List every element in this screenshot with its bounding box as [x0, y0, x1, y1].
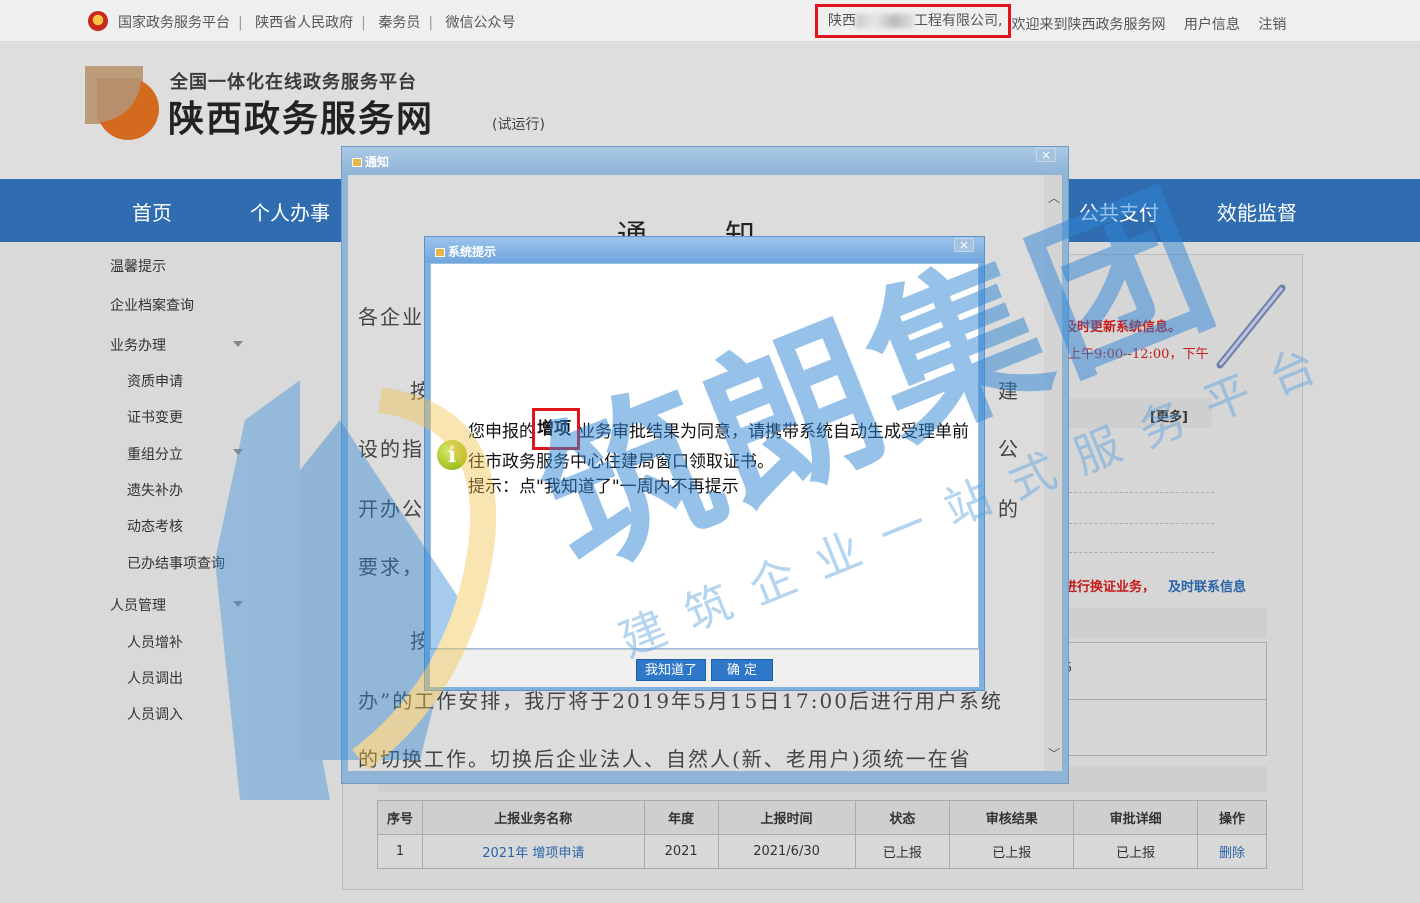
col-header: 序号: [377, 800, 423, 835]
cell-approval-detail: 已上报: [1073, 834, 1199, 869]
business-table: 序号 上报业务名称 年度 上报时间 状态 审核结果 审批详细 操作 1 2021…: [377, 800, 1267, 869]
sidebar-item-qualification[interactable]: 资质申请: [127, 371, 183, 391]
notice-line: 设的指: [358, 437, 424, 461]
delete-link[interactable]: 删除: [1197, 834, 1267, 869]
col-header: 审核结果: [949, 800, 1075, 835]
nav-personal[interactable]: 个人办事: [250, 197, 330, 226]
chevron-down-icon[interactable]: [233, 341, 243, 347]
nav-supervision[interactable]: 效能监督: [1217, 197, 1297, 226]
window-icon: [352, 158, 362, 167]
chevron-down-icon[interactable]: [233, 601, 243, 607]
sidebar-item-tips[interactable]: 温馨提示: [110, 256, 166, 276]
notice-line: 各企业: [358, 305, 424, 329]
top-bar: 国家政务服务平台 | 陕西省人民政府 | 秦务员 | 微信公众号 陕西 工程有限公司, 欢…: [0, 0, 1420, 42]
sidebar-item-transfer-out[interactable]: 人员调出: [127, 668, 183, 688]
confirm-button[interactable]: 确 定: [711, 659, 773, 681]
national-emblem-icon: [88, 11, 108, 31]
link-qinwuyuan[interactable]: 秦务员: [378, 15, 420, 31]
chevron-down-icon[interactable]: ﹀: [1048, 745, 1060, 762]
col-header: 年度: [643, 800, 719, 835]
company-name-highlight: 陕西 工程有限公司,: [815, 4, 1012, 38]
close-icon[interactable]: ×: [1036, 148, 1056, 162]
pen-icon: [1216, 284, 1286, 369]
notice-window-title: 通知: [365, 155, 390, 169]
notice-fragment: 的: [998, 497, 1020, 521]
notice-titlebar[interactable]: 通知 ×: [342, 147, 1068, 175]
system-prompt-message: 您申报的增项 业务审批结果为同意，请携带系统自动生成受理单前 往市政务服务中心住建…: [468, 408, 969, 500]
blurred-text: [856, 14, 914, 28]
notice-line: 的切换工作。切换后企业法人、自然人(新、老用户)须统一在省: [358, 747, 972, 771]
nav-home[interactable]: 首页: [132, 197, 172, 226]
logout-link[interactable]: 注销: [1258, 17, 1286, 33]
notice-line: 开办公: [358, 497, 424, 521]
chevron-down-icon[interactable]: [233, 449, 243, 455]
nav-payment[interactable]: 公共支付: [1079, 197, 1159, 226]
sidebar-item-personnel[interactable]: 人员管理: [110, 595, 166, 615]
cell-status: 已上报: [854, 834, 951, 869]
sidebar-item-completed[interactable]: 已办结事项查询: [127, 553, 225, 573]
divider: [1064, 523, 1214, 524]
notice-fragment: 公: [998, 437, 1020, 461]
info-icon: i: [437, 440, 467, 470]
sidebar-item-archive[interactable]: 企业档案查询: [110, 295, 194, 315]
close-icon[interactable]: ×: [954, 238, 974, 252]
sidebar-item-business[interactable]: 业务办理: [110, 335, 166, 355]
cell-year: 2021: [643, 834, 719, 869]
sidebar-item-add-person[interactable]: 人员增补: [127, 632, 183, 652]
system-prompt-titlebar[interactable]: 系统提示 ×: [425, 237, 984, 263]
i-know-button[interactable]: 我知道了: [636, 659, 706, 681]
sidebar-item-cert-change[interactable]: 证书变更: [127, 407, 183, 427]
contact-notice-text: 及时联系信息: [1168, 580, 1247, 595]
window-icon: [435, 248, 445, 257]
top-links: 国家政务服务平台 | 陕西省人民政府 | 秦务员 | 微信公众号: [118, 15, 516, 31]
divider: [1064, 552, 1214, 553]
site-title: 陕西政务服务网: [168, 99, 435, 140]
col-header: 操作: [1197, 800, 1267, 835]
link-wechat[interactable]: 微信公众号: [446, 15, 516, 31]
col-header: 状态: [854, 800, 951, 835]
cell-business-name-link[interactable]: 2021年 增项申请: [421, 834, 645, 869]
welcome-text: 欢迎来到陕西政务服务网: [1011, 17, 1166, 33]
col-header: 审批详细: [1073, 800, 1199, 835]
system-prompt-body: i 您申报的增项 业务审批结果为同意，请携带系统自动生成受理单前 往市政务服务中心…: [430, 263, 979, 649]
system-prompt-dialog: 系统提示 × i 您申报的增项 业务审批结果为同意，请携带系统自动生成受理单前 往…: [424, 236, 985, 691]
system-prompt-footer: 我知道了 确 定: [430, 649, 979, 687]
table-row: 1 2021年 增项申请 2021 2021/6/30 已上报 已上报 已上报 …: [377, 834, 1267, 869]
sidebar-item-transfer-in[interactable]: 人员调入: [127, 704, 183, 724]
cell-date: 2021/6/30: [717, 834, 856, 869]
cert-notice-text: 进行换证业务，: [1064, 580, 1156, 595]
table-header-row: 序号 上报业务名称 年度 上报时间 状态 审核结果 审批详细 操作: [377, 800, 1267, 835]
divider: [1064, 492, 1214, 493]
link-national-platform[interactable]: 国家政务服务平台: [118, 15, 230, 31]
sidebar-item-reorg[interactable]: 重组分立: [127, 444, 183, 464]
notice-fragment: 建: [998, 379, 1020, 403]
site-logo-icon: [85, 66, 160, 140]
cell-review-result: 已上报: [949, 834, 1075, 869]
notice-line: 要求，: [358, 555, 424, 579]
chevron-up-icon[interactable]: ︿: [1048, 189, 1060, 206]
sidebar-item-reissue[interactable]: 遗失补办: [127, 480, 183, 500]
section-bar: [1050, 608, 1267, 638]
more-link[interactable]: [更多]: [1150, 406, 1188, 425]
user-area: 陕西 工程有限公司, 欢迎来到陕西政务服务网 用户信息 注销: [815, 4, 1286, 38]
notice-scrollbar[interactable]: ︿ ﹀: [1044, 175, 1062, 771]
link-provincial-gov[interactable]: 陕西省人民政府: [255, 15, 353, 31]
highlighted-business-type: 增项: [532, 408, 580, 450]
notice-hours-text: 上午9:00--12:00，下午: [1068, 347, 1209, 362]
col-header: 上报业务名称: [421, 800, 645, 835]
divider: [1050, 699, 1267, 700]
system-prompt-title: 系统提示: [448, 245, 497, 259]
col-header: 上报时间: [717, 800, 856, 835]
user-info-link[interactable]: 用户信息: [1184, 17, 1240, 33]
notice-red-text: 及时更新系统信息。: [1064, 320, 1182, 335]
cell-index: 1: [377, 834, 423, 869]
trial-label: (试运行): [492, 117, 545, 133]
sidebar-item-assessment[interactable]: 动态考核: [127, 516, 183, 536]
